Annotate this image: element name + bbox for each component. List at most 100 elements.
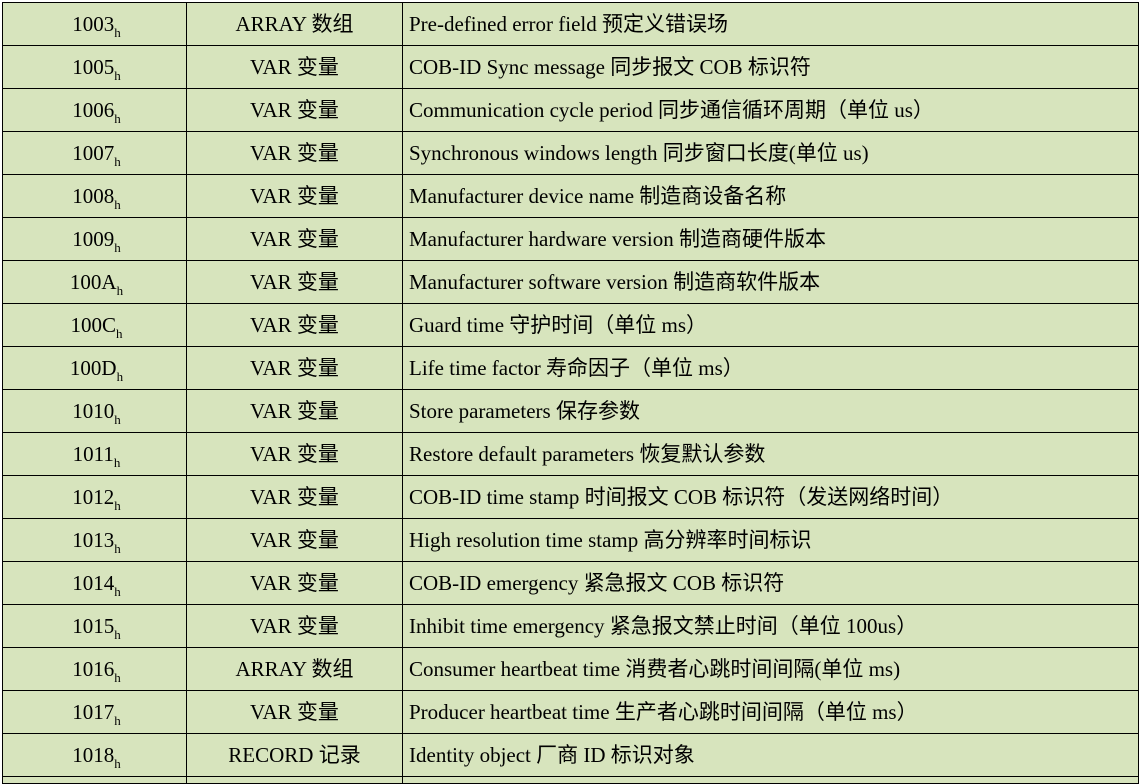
index-value: 1012 [72,485,115,509]
object-type-cell: VAR 变量 [186,518,403,562]
table-cell-empty [2,776,187,784]
description-cell: High resolution time stamp 高分辨率时间标识 [402,518,1139,562]
table-row: 1009h VAR 变量 Manufacturer hardware version… [2,217,1139,261]
index-cell: 1009h [2,217,187,261]
object-type-cell: VAR 变量 [186,217,403,261]
object-type-cell: RECORD 记录 [186,733,403,777]
index-cell: 1008h [2,174,187,218]
hex-suffix: h [114,240,121,255]
table-row: 1018h RECORD 记录 Identity object 厂商 ID 标识对象 [2,733,1139,777]
table-cell-empty [186,776,403,784]
description-cell: Communication cycle period 同步通信循环周期（单位 u… [402,88,1139,132]
hex-suffix: h [116,369,124,384]
object-type-cell: VAR 变量 [186,561,403,605]
description-cell: Store parameters 保存参数 [402,389,1139,433]
hex-suffix: h [114,68,121,83]
object-dictionary-table: 1003h ARRAY 数组 Pre-defined error field 预定义… [2,2,1139,784]
table-row: 1014h VAR 变量 COB-ID emergency 紧急报文 COB 标识符 [2,561,1139,605]
index-value: 1010 [72,399,115,423]
description-cell: Pre-defined error field 预定义错误场 [402,2,1139,46]
table-body: 1003h ARRAY 数组 Pre-defined error field 预定义… [2,2,1139,784]
index-cell: 1017h [2,690,187,734]
hex-suffix: h [114,541,121,556]
description-cell: COB-ID time stamp 时间报文 COB 标识符（发送网络时间） [402,475,1139,519]
description-cell: Guard time 守护时间（单位 ms） [402,303,1139,347]
index-value: 1007 [72,141,115,165]
index-cell: 1006h [2,88,187,132]
index-value: 1003 [72,12,115,36]
description-cell: COB-ID Sync message 同步报文 COB 标识符 [402,45,1139,89]
table-row: 1016h ARRAY 数组 Consumer heartbeat time 消费者… [2,647,1139,691]
index-cell: 1014h [2,561,187,605]
hex-suffix: h [113,455,121,470]
hex-suffix: h [116,283,124,298]
index-value: 100D [69,356,117,380]
description-cell: COB-ID emergency 紧急报文 COB 标识符 [402,561,1139,605]
index-value: 1009 [72,227,115,251]
table-row: 1003h ARRAY 数组 Pre-defined error field 预定义… [2,2,1139,46]
table-row: 1008h VAR 变量 Manufacturer device name 制造商设… [2,174,1139,218]
object-type-cell: VAR 变量 [186,475,403,519]
index-cell: 1005h [2,45,187,89]
object-type-cell: VAR 变量 [186,432,403,476]
index-value: 1006 [72,98,115,122]
index-cell: 1015h [2,604,187,648]
index-cell: 1018h [2,733,187,777]
hex-suffix: h [114,197,121,212]
object-type-cell: ARRAY 数组 [186,647,403,691]
table-row: 1011h VAR 变量 Restore default parameters 恢复… [2,432,1139,476]
object-type-cell: VAR 变量 [186,389,403,433]
index-cell: 100Ah [2,260,187,304]
hex-suffix: h [116,326,123,341]
index-value: 1014 [72,571,115,595]
object-type-cell: VAR 变量 [186,690,403,734]
description-cell: Manufacturer device name 制造商设备名称 [402,174,1139,218]
object-type-cell: VAR 变量 [186,346,403,390]
table-row-partial [2,776,1139,784]
description-cell: Producer heartbeat time 生产者心跳时间间隔（单位 ms） [402,690,1139,734]
index-value: 1013 [72,528,115,552]
description-cell: Life time factor 寿命因子（单位 ms） [402,346,1139,390]
index-value: 100A [69,270,117,294]
table-cell-empty [402,776,1139,784]
hex-suffix: h [114,670,121,685]
index-value: 1017 [72,700,115,724]
object-type-cell: VAR 变量 [186,174,403,218]
hex-suffix: h [114,713,121,728]
hex-suffix: h [114,412,121,427]
object-type-cell: VAR 变量 [186,260,403,304]
description-cell: Manufacturer hardware version 制造商硬件版本 [402,217,1139,261]
index-cell: 1016h [2,647,187,691]
index-cell: 1013h [2,518,187,562]
table-row: 1017h VAR 变量 Producer heartbeat time 生产者心跳… [2,690,1139,734]
hex-suffix: h [114,627,121,642]
description-cell: Synchronous windows length 同步窗口长度(单位 us) [402,131,1139,175]
object-type-cell: VAR 变量 [186,131,403,175]
description-cell: Manufacturer software version 制造商软件版本 [402,260,1139,304]
hex-suffix: h [114,584,121,599]
table-row: 100Dh VAR 变量 Life time factor 寿命因子（单位 ms） [2,346,1139,390]
index-cell: 100Dh [2,346,187,390]
table-row: 1007h VAR 变量 Synchronous windows length 同步… [2,131,1139,175]
hex-suffix: h [114,25,121,40]
object-type-cell: VAR 变量 [186,88,403,132]
table-row: 100Ah VAR 变量 Manufacturer software version… [2,260,1139,304]
object-type-cell: VAR 变量 [186,45,403,89]
description-cell: Restore default parameters 恢复默认参数 [402,432,1139,476]
index-cell: 1010h [2,389,187,433]
hex-suffix: h [114,154,121,169]
index-cell: 1007h [2,131,187,175]
index-value: 1005 [72,55,115,79]
index-cell: 1011h [2,432,187,476]
object-type-cell: VAR 变量 [186,303,403,347]
table-row: 1010h VAR 变量 Store parameters 保存参数 [2,389,1139,433]
table-row: 100Ch VAR 变量 Guard time 守护时间（单位 ms） [2,303,1139,347]
index-value: 1011 [72,442,114,466]
description-cell: Consumer heartbeat time 消费者心跳时间间隔(单位 ms) [402,647,1139,691]
index-value: 1015 [72,614,115,638]
description-cell: Inhibit time emergency 紧急报文禁止时间（单位 100us… [402,604,1139,648]
index-value: 1016 [72,657,115,681]
object-type-cell: ARRAY 数组 [186,2,403,46]
index-cell: 100Ch [2,303,187,347]
hex-suffix: h [114,756,121,771]
